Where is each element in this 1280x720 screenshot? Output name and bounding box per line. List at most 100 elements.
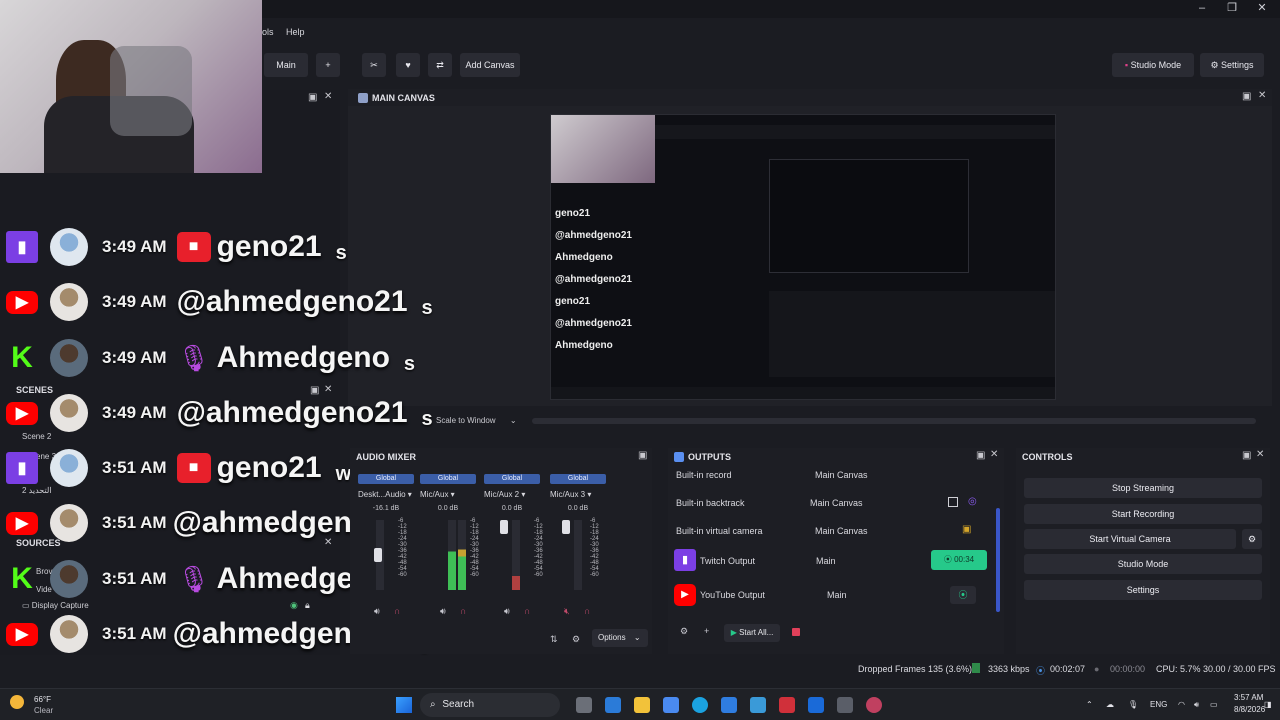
- outputs-close-icon[interactable]: ✕: [990, 449, 998, 460]
- heart-icon[interactable]: ♥: [396, 53, 420, 77]
- settings-button[interactable]: ⚙ Settings: [1200, 53, 1264, 77]
- notification-icon[interactable]: ◨: [1264, 700, 1272, 709]
- mute-icon[interactable]: 🔊︎: [374, 606, 380, 617]
- panel-float-icon[interactable]: ▣: [308, 92, 317, 103]
- output-row-name: Built-in backtrack: [676, 498, 745, 508]
- minimize-icon[interactable]: –: [1188, 0, 1216, 18]
- audio-mixer-title: AUDIO MIXER: [356, 452, 417, 462]
- wifi-icon[interactable]: ◠: [1178, 700, 1185, 709]
- clock-date[interactable]: 8/8/2026: [1234, 705, 1265, 714]
- canvas-close-icon[interactable]: ✕: [1258, 90, 1266, 101]
- menu-tools[interactable]: ols: [262, 27, 274, 37]
- copilot-icon[interactable]: [663, 697, 679, 713]
- obs-icon[interactable]: [866, 697, 882, 713]
- task-view-icon[interactable]: [576, 697, 592, 713]
- mute-icon[interactable]: 🔊︎: [440, 606, 446, 617]
- settings-app-icon[interactable]: [837, 697, 853, 713]
- headphones-icon[interactable]: ∩: [460, 606, 466, 616]
- close-icon[interactable]: ✕: [1248, 0, 1276, 18]
- panel-close-icon[interactable]: ✕: [324, 91, 332, 102]
- start-recording-button[interactable]: Start Recording: [1024, 504, 1262, 524]
- studio-mode-button-controls[interactable]: Studio Mode: [1024, 554, 1262, 574]
- tab-main[interactable]: Main: [264, 53, 308, 77]
- global-tag[interactable]: Global: [550, 474, 606, 484]
- app-icon[interactable]: [779, 697, 795, 713]
- backtrack-checkbox[interactable]: [948, 497, 958, 507]
- mixer-float-icon[interactable]: ▣: [638, 450, 647, 461]
- add-tab-button[interactable]: +: [316, 53, 340, 77]
- fps: 30.00 / 30.00 FPS: [1203, 664, 1276, 674]
- avatar: [50, 228, 88, 266]
- controls-float-icon[interactable]: ▣: [1242, 450, 1251, 461]
- canvas-scrollbar[interactable]: [532, 418, 1256, 424]
- global-tag[interactable]: Global: [358, 474, 414, 484]
- chat-message: ▶ 3:49 AM @ahmedgeno21 s: [6, 388, 433, 438]
- options-select[interactable]: Options ⌄: [592, 629, 648, 647]
- headphones-icon[interactable]: ∩: [584, 606, 590, 616]
- store-icon[interactable]: [721, 697, 737, 713]
- start-all-button[interactable]: ▶ Start All...: [724, 624, 780, 642]
- maximize-icon[interactable]: ❐: [1218, 0, 1246, 18]
- chevron-up-icon[interactable]: ⌃: [1086, 700, 1093, 709]
- youtube-stream-button[interactable]: ⦿: [950, 586, 976, 604]
- app-icon[interactable]: [605, 697, 621, 713]
- share-icon[interactable]: ⇄: [428, 53, 452, 77]
- menu-help[interactable]: Help: [286, 27, 305, 37]
- backtrack-icon[interactable]: ◎: [968, 496, 977, 507]
- headphones-icon[interactable]: ∩: [524, 606, 530, 616]
- add-canvas-button[interactable]: Add Canvas: [460, 53, 520, 77]
- volume-fader[interactable]: [562, 520, 570, 534]
- mixer-gear-icon[interactable]: ⚙: [572, 634, 580, 645]
- global-tag[interactable]: Global: [484, 474, 540, 484]
- microphone-tray-icon[interactable]: 🎙︎: [1128, 700, 1138, 709]
- outputs-panel: OUTPUTS ▣ ✕ Built-in record Main Canvas …: [668, 448, 1004, 654]
- avatar: [50, 339, 88, 377]
- preview-taskbar: [551, 387, 1055, 399]
- chair-shape: [110, 46, 192, 136]
- stop-streaming-button[interactable]: Stop Streaming: [1024, 478, 1262, 498]
- channel-name[interactable]: Deskt...Audio ▾: [358, 490, 414, 499]
- windows-start-icon[interactable]: [396, 697, 412, 713]
- studio-mode-button[interactable]: ▪ Studio Mode: [1112, 53, 1194, 77]
- add-output-button[interactable]: +: [704, 626, 709, 636]
- weather-icon[interactable]: [10, 695, 24, 709]
- virtual-camera-gear-icon[interactable]: ⚙: [1242, 529, 1262, 549]
- mail-icon[interactable]: [808, 697, 824, 713]
- language-indicator[interactable]: ENG: [1150, 700, 1167, 709]
- stream-preview[interactable]: geno21 @ahmedgeno21 Ahmedgeno @ahmedgeno…: [550, 114, 1056, 400]
- status-bar: Dropped Frames 135 (3.6%) 3363 kbps ⦿ 00…: [0, 660, 1280, 680]
- volume-fader[interactable]: [500, 520, 508, 534]
- scale-to-window-select[interactable]: Scale to Window ⌄: [436, 416, 517, 425]
- taskbar-search[interactable]: ⌕ Search: [420, 693, 560, 717]
- avatar: [50, 560, 88, 598]
- volume-fader[interactable]: [374, 548, 382, 562]
- virtual-camera-icon[interactable]: ▣: [962, 524, 971, 535]
- channel-name[interactable]: Mic/Aux 3 ▾: [550, 490, 606, 499]
- edge-icon[interactable]: [692, 697, 708, 713]
- mixer-layout-icon[interactable]: ⇅: [550, 634, 558, 645]
- twitch-live-button[interactable]: ⦿ 00:34: [931, 550, 987, 570]
- volume-icon[interactable]: 🔊︎: [1194, 700, 1199, 710]
- canvas-float-icon[interactable]: ▣: [1242, 91, 1251, 102]
- battery-icon[interactable]: ▭: [1210, 700, 1218, 709]
- file-explorer-icon[interactable]: [634, 697, 650, 713]
- mute-icon[interactable]: 🔊︎: [504, 606, 510, 617]
- outputs-scrollbar[interactable]: [996, 508, 1000, 612]
- headphones-icon[interactable]: ∩: [394, 606, 400, 616]
- outputs-gear-icon[interactable]: ⚙: [680, 626, 688, 637]
- tools-icon[interactable]: ✂: [362, 53, 386, 77]
- avatar: [50, 394, 88, 432]
- camera-icon: ■: [176, 453, 211, 483]
- outputs-float-icon[interactable]: ▣: [976, 450, 985, 461]
- start-virtual-camera-button[interactable]: Start Virtual Camera: [1024, 529, 1236, 549]
- tray-app-icon[interactable]: ☁: [1106, 700, 1114, 709]
- channel-name[interactable]: Mic/Aux ▾: [420, 490, 476, 499]
- global-tag[interactable]: Global: [420, 474, 476, 484]
- app-icon[interactable]: [750, 697, 766, 713]
- muted-icon[interactable]: 🔇︎: [564, 606, 570, 617]
- settings-button-controls[interactable]: Settings: [1024, 580, 1262, 600]
- channel-name[interactable]: Mic/Aux 2 ▾: [484, 490, 540, 499]
- controls-close-icon[interactable]: ✕: [1256, 449, 1264, 460]
- clock-time[interactable]: 3:57 AM: [1234, 693, 1263, 702]
- stop-all-button[interactable]: [792, 628, 800, 636]
